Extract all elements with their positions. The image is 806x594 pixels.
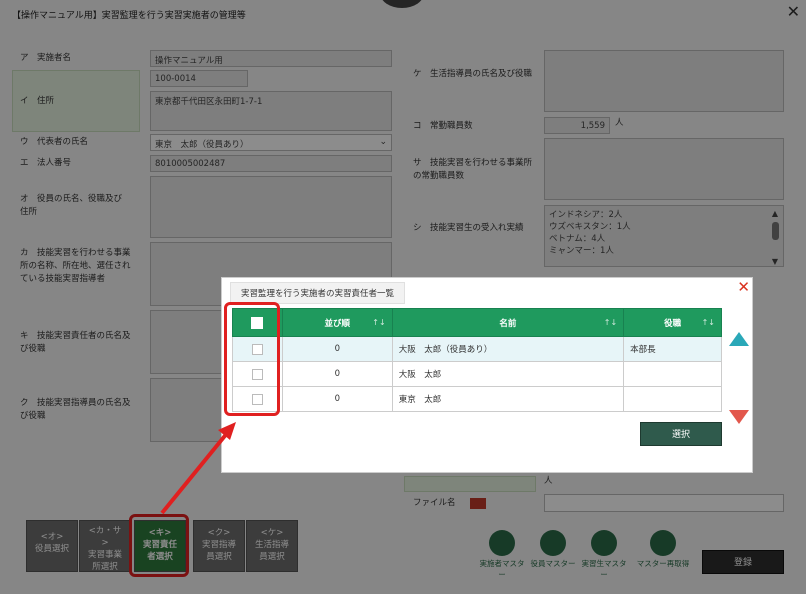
responsible-list-modal: 実習監理を行う実施者の実習責任者一覧 ✕ 並び順 ↑↓ 名前 ↑↓ 役職 ↑↓ 0 大… (221, 277, 753, 473)
role-cell: 本部長 (623, 336, 722, 362)
table-row[interactable]: 0 東京 太郎 (232, 386, 722, 412)
responsible-table: 並び順 ↑↓ 名前 ↑↓ 役職 ↑↓ 0 大阪 太郎（役員あり） 本部長 0 大阪 太… (232, 308, 722, 412)
role-cell (623, 386, 722, 412)
order-cell: 0 (281, 386, 393, 412)
modal-title: 実習監理を行う実施者の実習責任者一覧 (230, 282, 406, 304)
order-header[interactable]: 並び順 ↑↓ (281, 308, 393, 337)
name-cell: 大阪 太郎 (391, 361, 625, 387)
move-down-icon[interactable] (729, 410, 749, 424)
sort-icon: ↑↓ (603, 318, 618, 327)
move-up-icon[interactable] (729, 332, 749, 346)
name-cell: 大阪 太郎（役員あり） (391, 336, 625, 362)
role-cell (623, 361, 722, 387)
name-header[interactable]: 名前 ↑↓ (391, 308, 625, 337)
select-button[interactable]: 選択 (640, 422, 722, 446)
close-icon[interactable]: ✕ (737, 278, 750, 296)
table-row[interactable]: 0 大阪 太郎（役員あり） 本部長 (232, 336, 722, 362)
role-header[interactable]: 役職 ↑↓ (623, 308, 722, 337)
name-cell: 東京 太郎 (391, 386, 625, 412)
sort-icon: ↑↓ (701, 318, 715, 327)
highlight-box-checkboxes (224, 302, 280, 416)
order-cell: 0 (281, 336, 393, 362)
table-row[interactable]: 0 大阪 太郎 (232, 361, 722, 387)
order-cell: 0 (281, 361, 393, 387)
sort-icon: ↑↓ (372, 318, 386, 327)
